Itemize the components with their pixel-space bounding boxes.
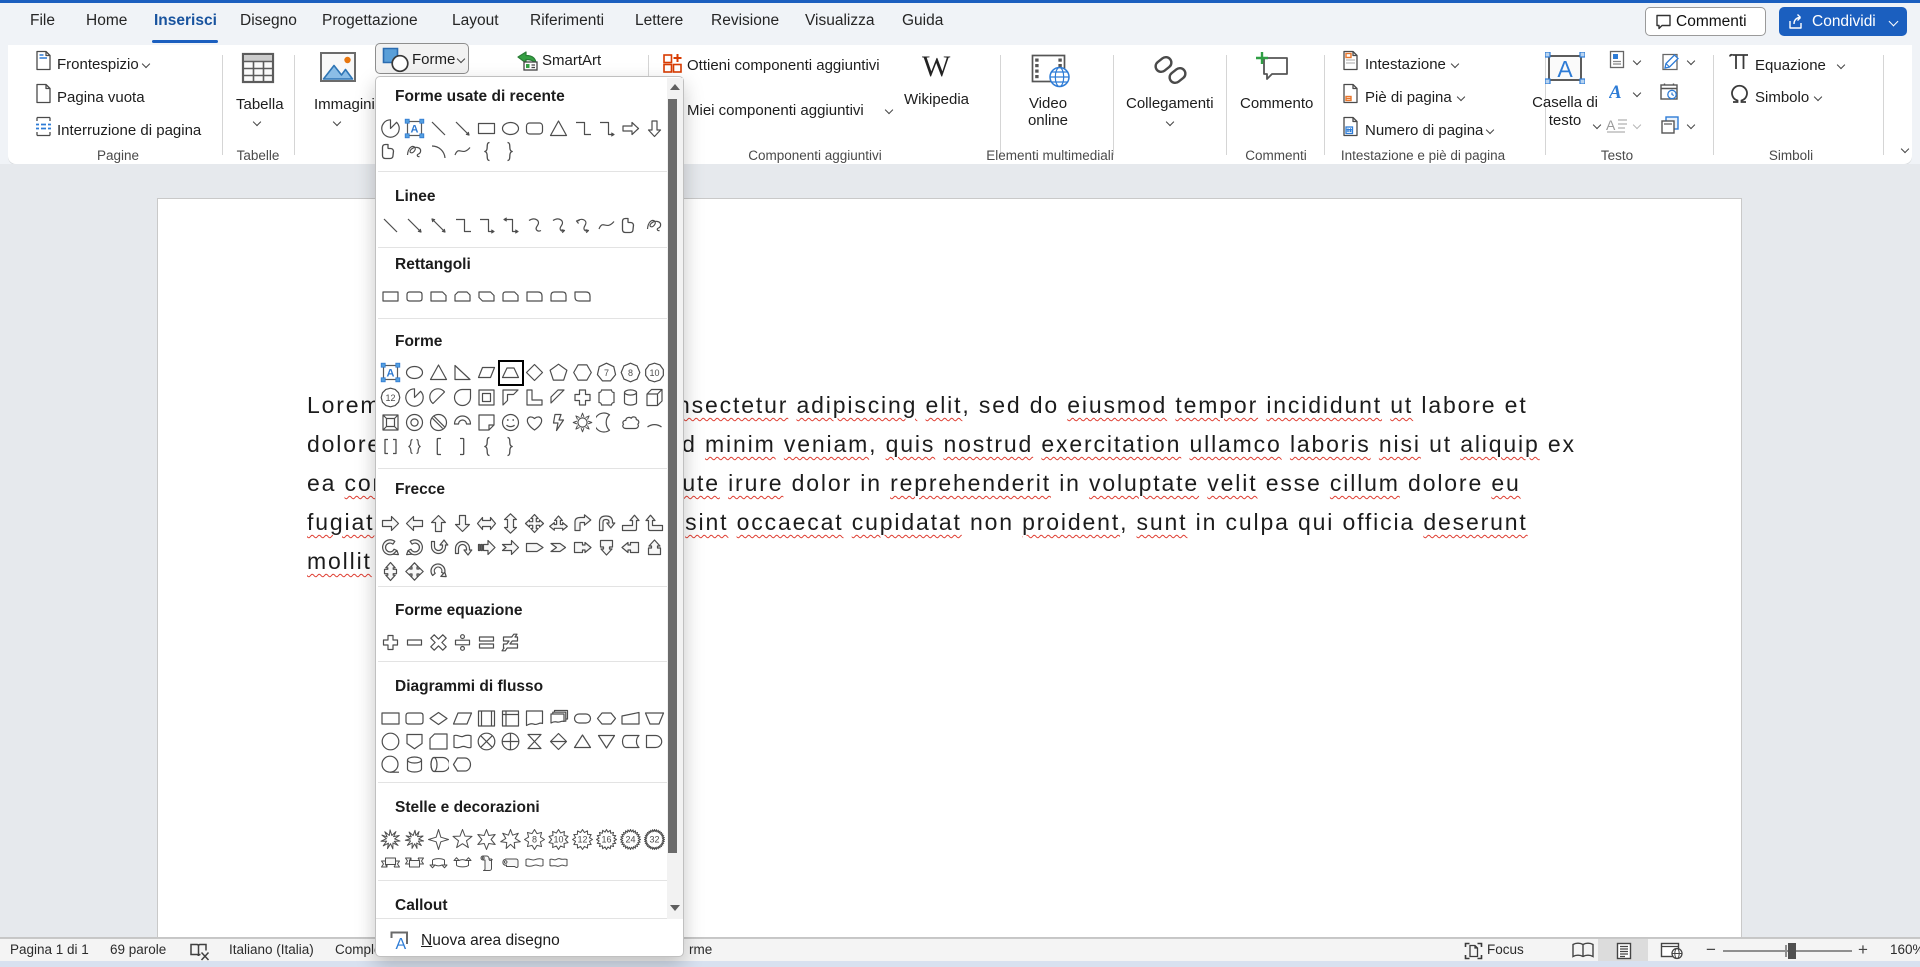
svg-text:12: 12 <box>385 393 395 403</box>
svg-text:10: 10 <box>553 835 563 845</box>
svg-text:7: 7 <box>604 368 609 378</box>
svg-text:16: 16 <box>601 835 611 845</box>
svg-text:24: 24 <box>625 835 635 845</box>
svg-text:10: 10 <box>649 368 659 378</box>
svg-text:A: A <box>411 124 419 136</box>
svg-text:A: A <box>1557 56 1573 82</box>
svg-text:32: 32 <box>649 835 659 845</box>
svg-text:8: 8 <box>532 835 537 845</box>
svg-text:A: A <box>1606 117 1616 133</box>
svg-text:8: 8 <box>628 368 633 378</box>
svg-text:A: A <box>1609 82 1622 103</box>
svg-text:12: 12 <box>577 835 587 845</box>
svg-text:A: A <box>396 936 407 951</box>
svg-text:A: A <box>387 368 395 380</box>
